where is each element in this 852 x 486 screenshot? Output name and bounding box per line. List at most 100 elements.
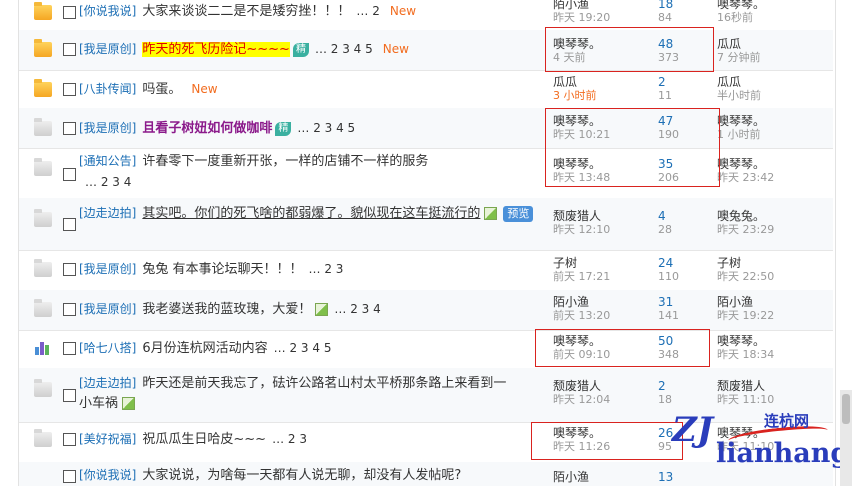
reply-count[interactable]: 2	[658, 75, 718, 89]
thread-category[interactable]: [美好祝福]	[79, 432, 136, 446]
thread-title[interactable]: 许春零下一度重新开张，一样的店铺不一样的服务	[142, 154, 428, 169]
thread-pages[interactable]: … 2 3 4	[85, 175, 131, 189]
reply-count[interactable]: 4	[658, 209, 718, 223]
thread-row[interactable]: [通知公告] 许春零下一度重新开张，一样的店铺不一样的服务 … 2 3 4 噢琴琴。…	[19, 148, 833, 199]
select-checkbox[interactable]	[63, 168, 76, 181]
reply-count[interactable]: 47	[658, 114, 718, 128]
thread-title[interactable]: 吗蛋。	[142, 82, 181, 97]
reply-count[interactable]: 48	[658, 37, 718, 51]
author-name[interactable]: 噢琴琴。	[553, 114, 643, 128]
last-post-date[interactable]: 半小时前	[717, 89, 817, 103]
thread-category[interactable]: [我是原创]	[79, 262, 136, 276]
thread-pages[interactable]: … 2 3	[309, 262, 344, 276]
reply-count[interactable]: 35	[658, 157, 718, 171]
author-name[interactable]: 颓废猎人	[553, 209, 643, 223]
reply-count[interactable]: 24	[658, 256, 718, 270]
vertical-scrollbar[interactable]	[840, 390, 852, 486]
reply-count[interactable]: 18	[658, 0, 718, 11]
thread-row[interactable]: [我是原创] 昨天的死飞历险记~~~~ 精 … 2 3 4 5 New 噢琴琴。 4 天前…	[19, 30, 833, 71]
last-post-date[interactable]: 昨天 18:34	[717, 348, 817, 362]
last-post-date[interactable]: 昨天 23:29	[717, 223, 817, 237]
post-date: 前天 17:21	[553, 270, 611, 283]
last-post-date[interactable]: 昨天 19:22	[717, 309, 817, 323]
author-name[interactable]: 陌小渔	[553, 470, 643, 484]
last-poster[interactable]: 噢兔兔。	[717, 209, 817, 223]
thread-title[interactable]: 其实吧。你们的死飞啥的都弱爆了。貌似现在这车挺流行的	[142, 206, 480, 221]
last-post-date[interactable]: 昨天 22:50	[717, 270, 817, 284]
last-poster[interactable]: 噢琴琴。	[717, 157, 817, 171]
author-name[interactable]: 子树	[553, 256, 643, 270]
thread-pages[interactable]: … 2 3	[272, 432, 307, 446]
thread-pages[interactable]: … 2 3 4 5	[297, 121, 355, 135]
author-name[interactable]: 噢琴琴。	[553, 334, 643, 348]
thread-pages[interactable]: … 2	[356, 4, 379, 18]
author-name[interactable]: 陌小渔	[553, 295, 643, 309]
author-name[interactable]: 陌小渔	[553, 0, 643, 11]
author-name[interactable]: 颓废猎人	[553, 379, 643, 393]
thread-title[interactable]: 且看子树妞如何做咖啡	[142, 121, 272, 136]
thread-category[interactable]: [我是原创]	[79, 302, 136, 316]
thread-category[interactable]: [我是原创]	[79, 42, 136, 56]
last-poster[interactable]: 子树	[717, 256, 817, 270]
thread-row[interactable]: [我是原创] 我老婆送我的蓝玫瑰，大爱！ … 2 3 4 陌小渔 前天 13:20 3…	[19, 290, 833, 331]
thread-row[interactable]: [我是原创] 兔兔 有本事论坛聊天！！！ … 2 3 子树 前天 17:21 24 11…	[19, 250, 833, 291]
select-checkbox[interactable]	[63, 470, 76, 483]
select-checkbox[interactable]	[63, 263, 76, 276]
thread-title[interactable]: 昨天的死飞历险记~~~~	[142, 42, 290, 57]
thread-title[interactable]: 兔兔 有本事论坛聊天！！！	[142, 262, 302, 277]
last-post-date[interactable]: 昨天 23:42	[717, 171, 817, 185]
select-checkbox[interactable]	[63, 43, 76, 56]
thread-category[interactable]: [哈七八搭]	[79, 341, 136, 355]
thread-row[interactable]: [我是原创] 且看子树妞如何做咖啡精… 2 3 4 5 噢琴琴。 昨天 10:21 …	[19, 108, 833, 149]
view-count: 141	[658, 309, 679, 322]
thread-category[interactable]: [你说我说]	[79, 4, 136, 18]
last-poster[interactable]: 陌小渔	[717, 295, 817, 309]
last-post-date[interactable]: 16秒前	[717, 11, 817, 25]
scrollbar-thumb[interactable]	[842, 394, 850, 424]
thread-category[interactable]: [通知公告]	[79, 154, 136, 168]
thread-category[interactable]: [边走边拍]	[79, 376, 136, 390]
select-checkbox[interactable]	[63, 83, 76, 96]
last-post-date[interactable]: 1 小时前	[717, 128, 817, 142]
last-poster[interactable]: 噢琴琴。	[717, 114, 817, 128]
reply-count[interactable]: 31	[658, 295, 718, 309]
thread-title[interactable]: 我老婆送我的蓝玫瑰，大爱！	[142, 302, 311, 317]
select-checkbox[interactable]	[63, 303, 76, 316]
thread-category[interactable]: [你说我说]	[79, 468, 136, 482]
author-name[interactable]: 噢琴琴。	[553, 426, 643, 440]
thread-pages[interactable]: … 2 3 4 5	[315, 42, 373, 56]
thread-title[interactable]: 大家说说，为啥每一天都有人说无聊，却没有人发帖呢?	[142, 468, 461, 483]
thread-row[interactable]: [边走边拍] 其实吧。你们的死飞啥的都弱爆了。貌似现在这车挺流行的 预览 颓废猎人昨…	[19, 198, 833, 251]
select-checkbox[interactable]	[63, 122, 76, 135]
last-poster[interactable]: 噢琴琴。	[717, 334, 817, 348]
thread-category[interactable]: [八卦传闻]	[79, 82, 136, 96]
select-checkbox[interactable]	[63, 389, 76, 402]
last-poster[interactable]: 瓜瓜	[717, 37, 817, 51]
select-checkbox[interactable]	[63, 218, 76, 231]
author-name[interactable]: 瓜瓜	[553, 75, 643, 89]
last-poster[interactable]: 颓废猎人	[717, 379, 817, 393]
thread-title[interactable]: 昨天还是前天我忘了，砝许公路茗山村太平桥那条路上来看到一小车祸	[79, 376, 506, 411]
last-poster[interactable]: 瓜瓜	[717, 75, 817, 89]
reply-count[interactable]: 2	[658, 379, 718, 393]
thread-pages[interactable]: … 2 3 4	[334, 302, 380, 316]
preview-button[interactable]: 预览	[503, 206, 534, 222]
select-checkbox[interactable]	[63, 6, 76, 19]
thread-title[interactable]: 6月份连杭网活动内容	[142, 341, 267, 356]
folder-icon	[34, 209, 52, 227]
thread-pages[interactable]: … 2 3 4 5	[274, 341, 332, 355]
last-poster[interactable]: 噢琴琴。	[717, 0, 817, 11]
last-post-date[interactable]: 7 分钟前	[717, 51, 817, 65]
thread-category[interactable]: [我是原创]	[79, 121, 136, 135]
reply-count[interactable]: 50	[658, 334, 718, 348]
select-checkbox[interactable]	[63, 433, 76, 446]
thread-title[interactable]: 大家来谈谈二二是不是矮穷挫！！！	[142, 4, 350, 19]
thread-row[interactable]: [哈七八搭] 6月份连杭网活动内容 … 2 3 4 5 噢琴琴。 前天 09:10 5…	[19, 330, 833, 369]
thread-row[interactable]: [你说我说] 大家来谈谈二二是不是矮穷挫！！！ … 2 New 陌小渔 昨天 19:20…	[19, 0, 833, 31]
thread-title[interactable]: 祝瓜瓜生日哈皮~~~	[142, 432, 266, 447]
author-name[interactable]: 噢琴琴。	[553, 157, 643, 171]
select-checkbox[interactable]	[63, 342, 76, 355]
thread-row[interactable]: [八卦传闻] 吗蛋。 New 瓜瓜 3 小时前 2 11 瓜瓜 半小时前	[19, 70, 833, 109]
thread-category[interactable]: [边走边拍]	[79, 206, 136, 220]
author-name[interactable]: 噢琴琴。	[553, 37, 643, 51]
